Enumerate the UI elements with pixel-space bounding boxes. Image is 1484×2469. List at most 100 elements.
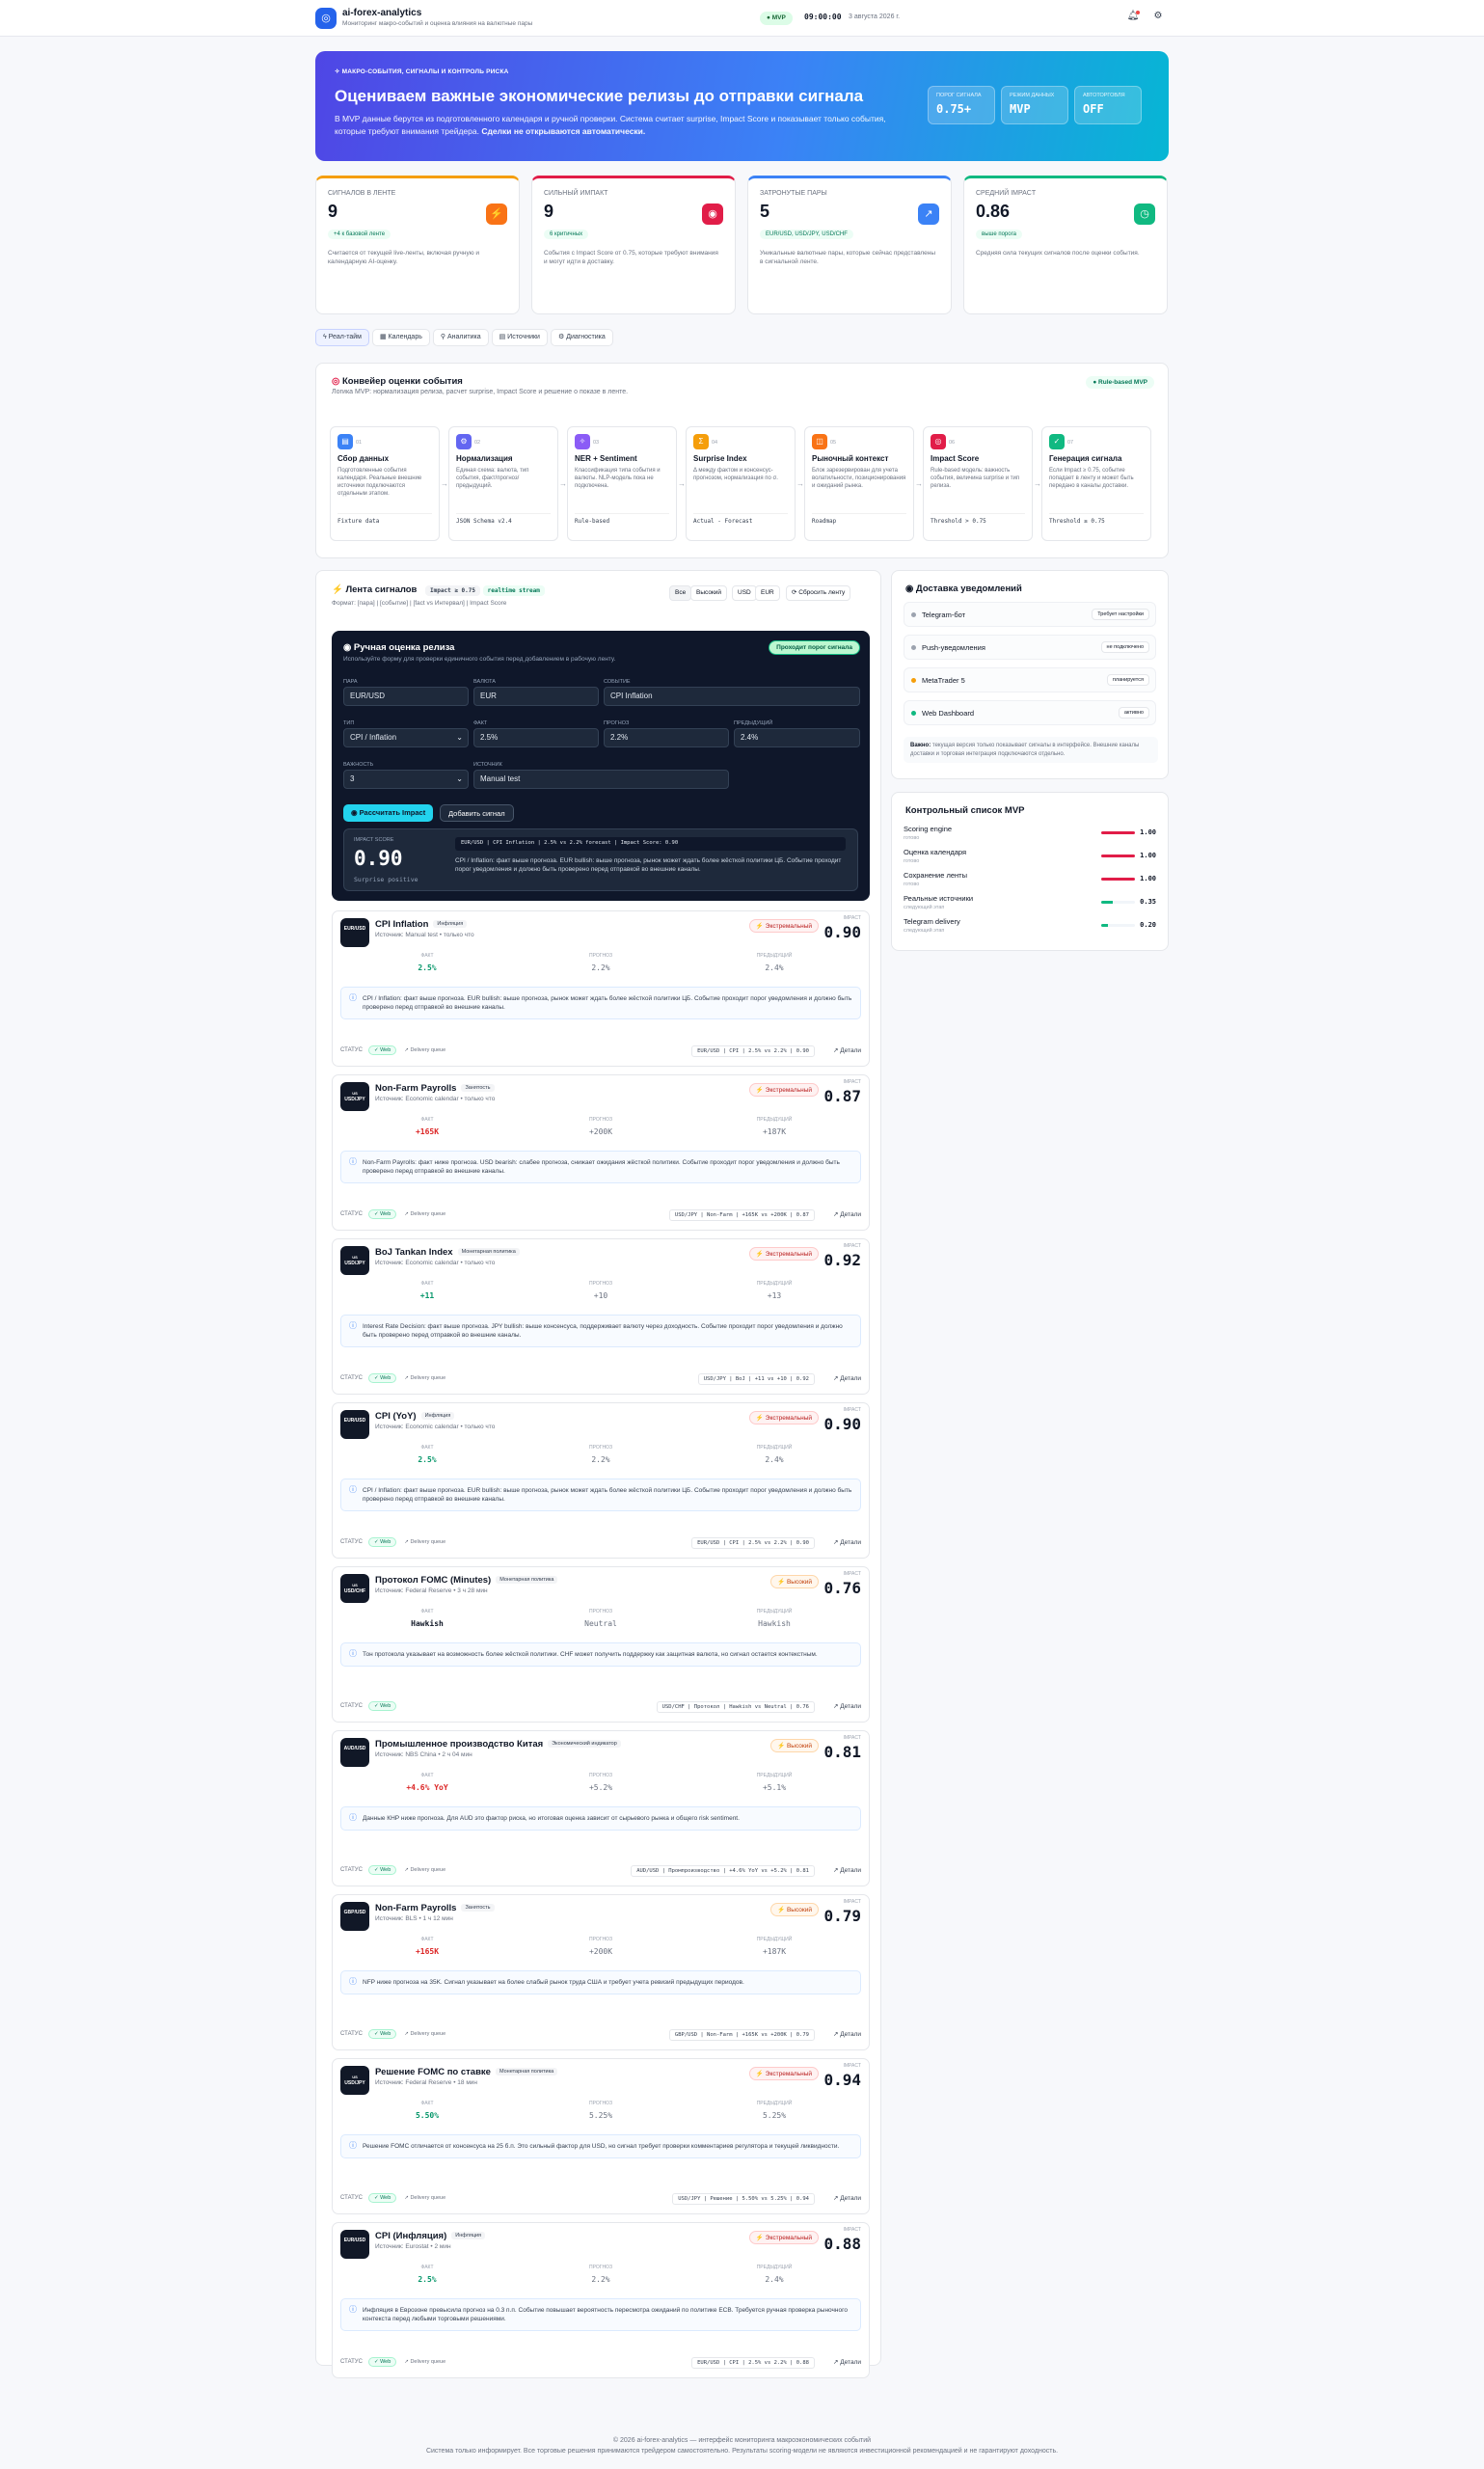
- signal-card[interactable]: US USD/CHF Протокол FOMC (Minutes) Монетарн…: [332, 1566, 870, 1723]
- severity-badge: ⚡ Высокий: [770, 1739, 819, 1752]
- value-fact: ФАКТ +11: [340, 1281, 514, 1310]
- value-previous: ПРЕДЫДУЩИЙ 2.4%: [688, 953, 861, 982]
- tab-realtime[interactable]: ϟ Реал-тайм: [315, 329, 369, 346]
- stage-icon: Σ: [693, 434, 709, 449]
- fact-label: ФАКТ: [473, 720, 488, 726]
- header-date: 3 августа 2026 г.: [849, 14, 901, 20]
- view-tabs: ϟ Реал-тайм ▦ Календарь ⚲ Аналитика ▤ Ис…: [315, 329, 613, 346]
- values-row: ФАКТ 2.5% ПРОГНОЗ 2.2% ПРЕДЫДУЩИЙ 2.4%: [340, 2265, 861, 2293]
- stage-description: Единая схема: валюта, тип события, факт/…: [456, 468, 529, 489]
- signal-card[interactable]: EUR/USD CPI (YoY) Инфляция Источник: Econom…: [332, 1402, 870, 1559]
- progress-bar: [1101, 924, 1135, 927]
- details-link[interactable]: ↗ Детали: [833, 1538, 861, 1546]
- forecast-label: ПРОГНОЗ: [589, 1937, 612, 1942]
- delivery-channel[interactable]: Web Dashboard активно: [904, 700, 1156, 725]
- signal-source: Источник: Eurostat • 2 мин: [375, 2243, 451, 2250]
- tab-diagnostics[interactable]: ⚙ Диагностика: [550, 329, 613, 346]
- bell-icon[interactable]: 🔔︎: [1126, 11, 1140, 24]
- progress-bar: [1101, 855, 1135, 857]
- event-input[interactable]: CPI Inflation: [604, 687, 860, 706]
- severity-badge: ⚡ Экстремальный: [748, 1411, 819, 1424]
- importance-label: ВАЖНОСТЬ: [343, 762, 374, 768]
- forecast-input[interactable]: 2.2%: [604, 728, 729, 747]
- details-link[interactable]: ↗ Детали: [833, 1210, 861, 1218]
- filter-usd[interactable]: USD: [732, 585, 757, 601]
- stage-description: Δ между фактом и консенсус-прогнозом, но…: [693, 468, 778, 481]
- tab-sources[interactable]: ▤ Источники: [491, 329, 548, 346]
- forecast-value: 2.2%: [591, 2275, 610, 2284]
- clock: 09:00:00: [804, 13, 842, 21]
- previous-value: 2.4%: [765, 963, 784, 972]
- reset-feed-button[interactable]: ⟳ Сбросить ленту: [786, 585, 851, 601]
- delivery-channel[interactable]: MetaTrader 5 планируется: [904, 667, 1156, 692]
- calculate-impact-button[interactable]: ◉ Рассчитать Impact: [343, 804, 434, 822]
- signal-card[interactable]: EUR/USD CPI Inflation Инфляция Источник: Ma…: [332, 910, 870, 1067]
- importance-select[interactable]: 3 ⌄: [343, 770, 469, 789]
- delivery-channel[interactable]: Telegram-бот Требует настройки: [904, 602, 1156, 627]
- pipeline-stage: ◫ 05 Рыночный контекст Блок зарезервирован …: [804, 426, 914, 541]
- pair-avatar: US USD/JPY: [340, 1082, 369, 1111]
- details-link[interactable]: ↗ Детали: [833, 2358, 861, 2366]
- signal-card[interactable]: GBP/USD Non-Farm Payrolls Занятость Источни…: [332, 1894, 870, 2050]
- delivery-queue-label: ➚ Delivery queue: [404, 1375, 446, 1381]
- pair-avatar: GBP/USD: [340, 1902, 369, 1931]
- signal-meta-string: USD/JPY | Решение | 5.50% vs 5.25% | 0.9…: [672, 2193, 815, 2205]
- fact-label: ФАКТ: [420, 1281, 434, 1287]
- fact-label: ФАКТ: [420, 1445, 434, 1451]
- progress-bar: [1101, 878, 1135, 881]
- value-forecast: ПРОГНОЗ +10: [514, 1281, 688, 1310]
- impact-label: IMPACT: [843, 1243, 861, 1249]
- signal-explanation: CPI / Inflation: факт выше прогноза. EUR…: [340, 1479, 861, 1511]
- pipeline-stage: ▤ 01 Сбор данных Подготовленные события кал…: [330, 426, 440, 541]
- logo-icon[interactable]: ◎: [315, 8, 337, 29]
- filter-all[interactable]: Все: [669, 585, 692, 601]
- details-link[interactable]: ↗ Детали: [833, 1046, 861, 1054]
- tab-calendar[interactable]: ▦ Календарь: [371, 329, 430, 346]
- details-link[interactable]: ↗ Детали: [833, 1866, 861, 1874]
- tab-analytics[interactable]: ⚲ Аналитика: [432, 329, 489, 346]
- signal-card[interactable]: EUR/USD CPI (Инфляция) Инфляция Источник: E…: [332, 2222, 870, 2378]
- previous-input[interactable]: 2.4%: [734, 728, 860, 747]
- details-link[interactable]: ↗ Детали: [833, 2030, 861, 2038]
- details-link[interactable]: ↗ Детали: [833, 1702, 861, 1710]
- add-signal-button[interactable]: Добавить сигнал: [440, 804, 514, 822]
- details-link[interactable]: ↗ Детали: [833, 1374, 861, 1382]
- filter-eur[interactable]: EUR: [755, 585, 780, 601]
- threshold-pass-badge: Проходит порог сигнала: [769, 640, 860, 655]
- signal-card[interactable]: US USD/JPY Решение FOMC по ставке Монетарна…: [332, 2058, 870, 2214]
- value-fact: ФАКТ 2.5%: [340, 2265, 514, 2293]
- signal-footer: СТАТУС ✓ Web ➚ Delivery queue EUR/USD | CPI…: [340, 1045, 861, 1059]
- status-web-badge: ✓ Web: [367, 2193, 397, 2203]
- impact-value: 0.79: [823, 1907, 861, 1925]
- signal-card[interactable]: US USD/JPY Non-Farm Payrolls Занятость Источ…: [332, 1074, 870, 1231]
- source-input[interactable]: Manual test: [473, 770, 729, 789]
- stage-icon: ✓: [1049, 434, 1065, 449]
- delivery-channel[interactable]: Push-уведомления не подключено: [904, 635, 1156, 660]
- filter-high[interactable]: Высокий: [690, 585, 728, 601]
- pair-input[interactable]: EUR/USD: [343, 687, 469, 706]
- category-tag: Монетарная политика: [495, 2068, 558, 2076]
- forecast-label: ПРОГНОЗ: [589, 1445, 612, 1451]
- previous-value: 5.25%: [762, 2111, 787, 2120]
- category-tag: Экономический индикатор: [548, 1740, 621, 1749]
- previous-label: ПРЕДЫДУЩИЙ: [756, 1773, 793, 1778]
- value-previous: ПРЕДЫДУЩИЙ 2.4%: [688, 2265, 861, 2293]
- stage-title: Surprise Index: [693, 454, 747, 463]
- type-select[interactable]: CPI / Inflation ⌄: [343, 728, 469, 747]
- value-fact: ФАКТ 2.5%: [340, 1445, 514, 1474]
- signal-card[interactable]: AUD/USD Промышленное производство Китая Эк…: [332, 1730, 870, 1886]
- gear-icon[interactable]: ⚙: [1151, 11, 1165, 24]
- fact-input[interactable]: 2.5%: [473, 728, 599, 747]
- signal-source: Источник: Economic calendar • только что: [375, 1424, 496, 1430]
- currency-input[interactable]: EUR: [473, 687, 599, 706]
- progress-value: 1.00: [1140, 828, 1156, 836]
- values-row: ФАКТ 5.50% ПРОГНОЗ 5.25% ПРЕДЫДУЩИЙ 5.25%: [340, 2101, 861, 2130]
- impact-value: 0.90: [823, 1415, 861, 1433]
- fact-value: +11: [419, 1291, 435, 1300]
- details-link[interactable]: ↗ Детали: [833, 2194, 861, 2202]
- signal-card[interactable]: US USD/JPY BoJ Tankan Index Монетарная поли…: [332, 1238, 870, 1395]
- footer-copyright: © 2026 ai-forex-analytics — интерфейс мо…: [612, 2437, 872, 2444]
- impact-value: 0.92: [823, 1251, 861, 1269]
- fact-value: +165K: [415, 1127, 440, 1136]
- pipeline-stage: ✓ 07 Генерация сигнала Если Impact ≥ 0.75, …: [1041, 426, 1151, 541]
